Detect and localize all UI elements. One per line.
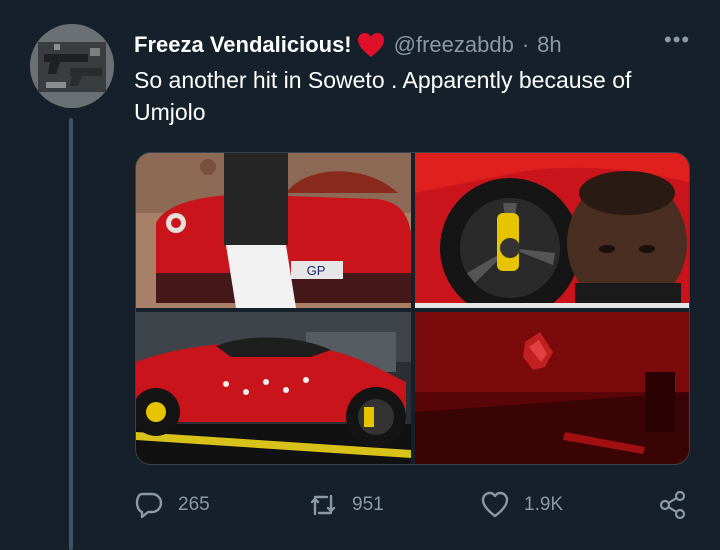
license-plate-text: GP: [307, 263, 326, 278]
action-bar: 265 951 1.9K: [134, 488, 694, 522]
media-grid: GP: [135, 152, 690, 465]
separator-dot: ·: [521, 32, 530, 57]
photo-bullet-hole-closeup[interactable]: [415, 312, 689, 464]
tweet-text: So another hit in Soweto . Apparently be…: [134, 67, 632, 125]
reply-button[interactable]: 265: [134, 488, 210, 522]
like-count: 1.9K: [524, 494, 564, 515]
photo-car-rear[interactable]: GP: [136, 153, 411, 308]
reply-icon: [135, 492, 163, 519]
retweet-count: 951: [352, 494, 384, 515]
share-icon: [659, 490, 686, 520]
thread-line: [69, 118, 73, 550]
tweet-timestamp[interactable]: 8h: [537, 32, 561, 58]
photo-selfie[interactable]: [415, 153, 689, 308]
red-heart-icon: [356, 31, 386, 59]
author-name[interactable]: Freeza Vendalicious!: [134, 32, 352, 58]
retweet-icon: [310, 494, 336, 516]
share-button[interactable]: [658, 488, 688, 522]
retweet-button[interactable]: 951: [308, 488, 384, 522]
author-handle[interactable]: @freezabdb: [394, 32, 514, 58]
like-icon: [481, 491, 509, 518]
like-button[interactable]: 1.9K: [480, 488, 563, 522]
reply-count: 265: [178, 494, 210, 515]
avatar-image: [30, 24, 114, 108]
avatar[interactable]: [30, 24, 114, 108]
tweet-header: Freeza Vendalicious! @freezabdb · 8h: [134, 28, 694, 62]
more-icon[interactable]: •••: [664, 29, 692, 51]
photo-car-side[interactable]: [136, 312, 411, 464]
